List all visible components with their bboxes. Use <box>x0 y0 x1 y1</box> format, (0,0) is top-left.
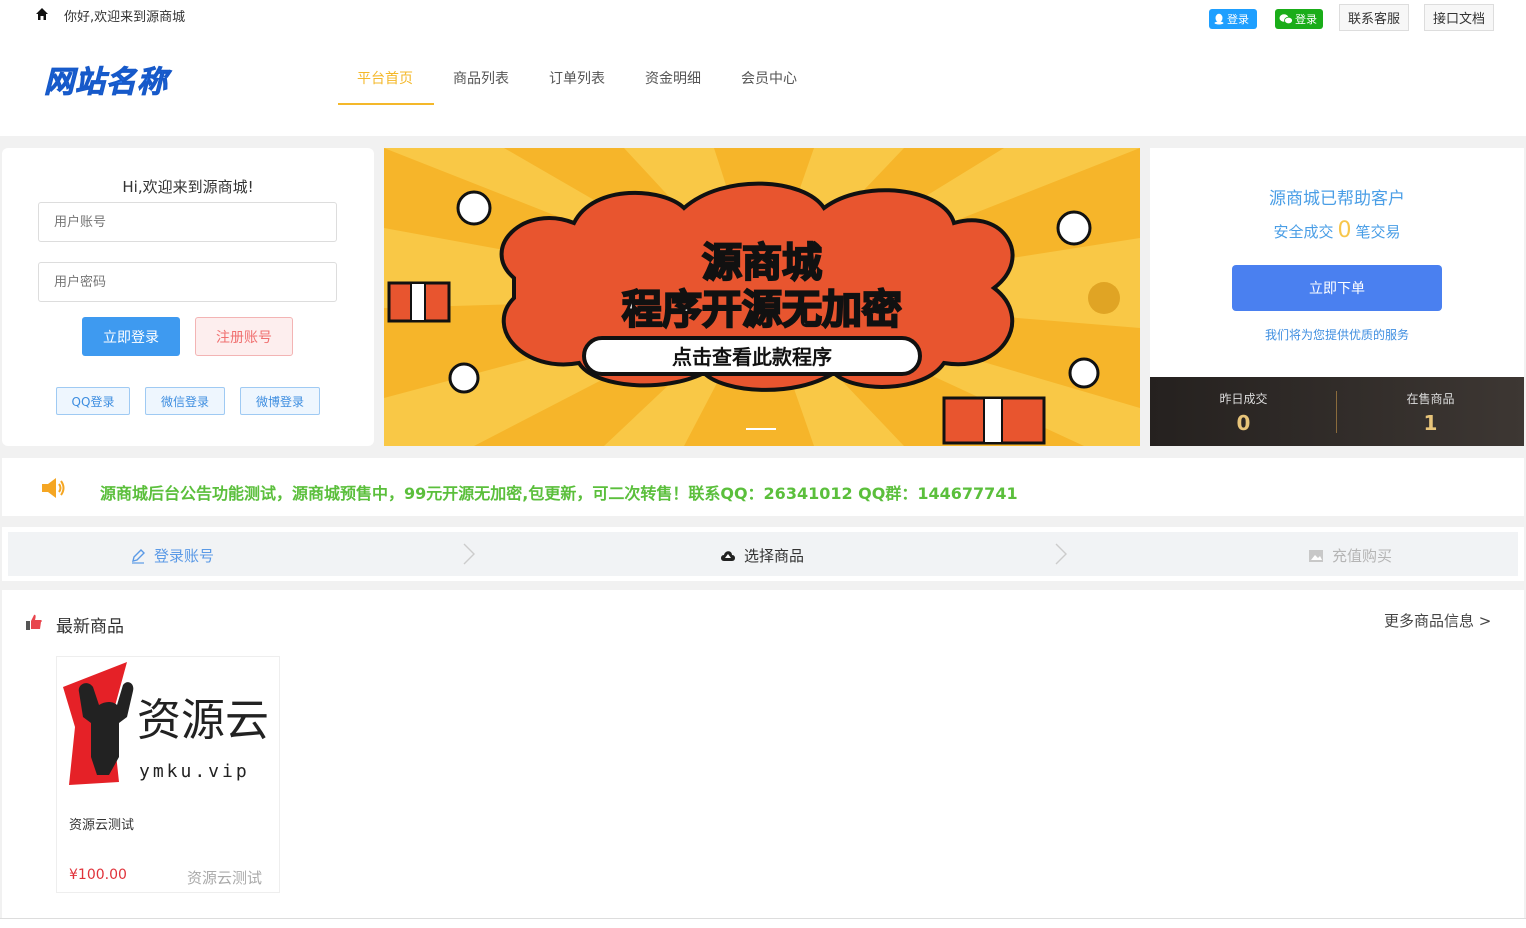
password-input[interactable] <box>38 262 337 302</box>
stats-headline: 源商城已帮助客户 <box>1269 189 1405 209</box>
site-logo[interactable]: 网站名称 <box>44 57 168 101</box>
stats-panel: 源商城已帮助客户 安全成交 0 笔交易 立即下单 我们将为您提供优质的服务 昨日成交… <box>1150 148 1524 446</box>
purchase-steps: 登录账号 选择商品 充值购买 <box>2 527 1524 581</box>
qq-login-label: 登录 <box>1227 13 1249 26</box>
login-greeting: Hi,欢迎来到源商城! <box>122 178 254 196</box>
top-header: 你好,欢迎来到源商城 登录 登录 联系客服 接口文档 网站名称 平台首页 商品列… <box>0 0 1526 136</box>
stats-count: 0 <box>1337 218 1352 243</box>
stat-yesterday-label: 昨日成交 <box>1219 392 1268 406</box>
puff-cloud <box>1068 357 1100 389</box>
step-login-label: 登录账号 <box>154 547 215 565</box>
promo-banner[interactable]: 源商城 程序开源无加密 点击查看此款程序 <box>384 148 1140 446</box>
chevron-right-icon <box>1055 543 1067 565</box>
step-pay[interactable]: 充值购买 <box>1308 545 1392 566</box>
qq-login-button[interactable]: 登录 <box>1209 9 1257 29</box>
product-price: ¥100.00 <box>69 867 127 883</box>
login-panel: Hi,欢迎来到源商城! 立即登录 注册账号 QQ登录 微信登录 微博登录 <box>2 148 374 446</box>
banner-title: 源商城 <box>702 240 822 286</box>
stat-onsale: 在售商品 1 <box>1337 377 1524 446</box>
gift-icon-small <box>387 281 451 323</box>
contact-service-button[interactable]: 联系客服 <box>1339 4 1409 31</box>
stats-prefix: 安全成交 <box>1273 223 1334 241</box>
nav-home[interactable]: 平台首页 <box>357 68 413 88</box>
notice-bar: 源商城后台公告功能测试，源商城预售中，99元开源无加密,包更新，可二次转售！联系… <box>2 458 1524 516</box>
more-products-link[interactable]: 更多商品信息 > <box>1384 610 1491 631</box>
banner-artwork: 源商城 程序开源无加密 点击查看此款程序 <box>384 148 1140 446</box>
stat-onsale-value: 1 <box>1423 411 1438 435</box>
step-select[interactable]: 选择商品 <box>720 545 804 566</box>
stats-suffix: 笔交易 <box>1355 223 1401 241</box>
latest-products-section: 最新商品 更多商品信息 > 资源云 ymku.vip 资源云测试 ¥100.00… <box>2 590 1524 918</box>
product-tag: 资源云测试 <box>187 869 263 887</box>
carousel-indicator[interactable] <box>746 428 776 430</box>
product-card[interactable]: 资源云 ymku.vip 资源云测试 ¥100.00 资源云测试 <box>56 656 280 893</box>
pencil-icon <box>132 548 145 564</box>
nav-member[interactable]: 会员中心 <box>741 68 797 88</box>
home-icon[interactable] <box>34 6 50 22</box>
cloud-upload-icon <box>721 550 735 561</box>
step-login[interactable]: 登录账号 <box>130 545 214 566</box>
nav-orders[interactable]: 订单列表 <box>549 68 605 88</box>
notice-text: 源商城后台公告功能测试，源商城预售中，99元开源无加密,包更新，可二次转售！联系… <box>100 484 1018 503</box>
weibo-sso-button[interactable]: 微博登录 <box>240 387 320 415</box>
nav-funds[interactable]: 资金明细 <box>645 68 701 88</box>
qq-icon <box>1214 13 1224 25</box>
puff-cloud <box>456 190 492 226</box>
wechat-login-button[interactable]: 登录 <box>1275 9 1323 29</box>
api-doc-button[interactable]: 接口文档 <box>1424 4 1494 31</box>
stats-summary: 昨日成交 0 在售商品 1 <box>1150 377 1524 446</box>
carousel-next-icon[interactable] <box>1088 282 1120 314</box>
stat-yesterday-value: 0 <box>1236 411 1251 435</box>
step-select-label: 选择商品 <box>744 547 805 565</box>
nav-active-indicator <box>338 103 434 105</box>
welcome-text: 你好,欢迎来到源商城 <box>64 10 186 25</box>
wechat-login-label: 登录 <box>1295 13 1317 26</box>
product-image-url: ymku.vip <box>139 761 250 782</box>
qq-sso-button[interactable]: QQ登录 <box>56 387 130 415</box>
chevron-right-icon <box>463 543 475 565</box>
gift-icon <box>942 396 1046 445</box>
wechat-sso-button[interactable]: 微信登录 <box>145 387 225 415</box>
login-button[interactable]: 立即登录 <box>82 317 180 356</box>
banner-cta: 点击查看此款程序 <box>672 345 832 369</box>
product-image[interactable]: 资源云 ymku.vip <box>57 657 279 797</box>
stat-yesterday: 昨日成交 0 <box>1150 377 1337 446</box>
section-title: 最新商品 <box>56 617 124 637</box>
banner-subtitle: 程序开源无加密 <box>622 287 902 333</box>
thumbs-up-icon <box>26 614 42 630</box>
puff-cloud <box>448 362 480 394</box>
footer-strip <box>0 918 1526 928</box>
stats-transactions: 安全成交 0 笔交易 <box>1150 218 1524 243</box>
stat-onsale-label: 在售商品 <box>1406 392 1455 406</box>
product-name[interactable]: 资源云测试 <box>69 814 134 833</box>
image-icon <box>1309 549 1323 562</box>
steps-track: 登录账号 选择商品 充值购买 <box>8 532 1518 576</box>
service-text[interactable]: 我们将为您提供优质的服务 <box>1150 326 1524 343</box>
step-pay-label: 充值购买 <box>1332 547 1393 565</box>
puff-cloud <box>1056 210 1092 246</box>
wechat-icon <box>1279 14 1293 25</box>
nav-products[interactable]: 商品列表 <box>453 68 509 88</box>
username-input[interactable] <box>38 202 337 242</box>
register-button[interactable]: 注册账号 <box>195 317 293 356</box>
speaker-icon <box>42 478 65 498</box>
order-now-button[interactable]: 立即下单 <box>1232 265 1442 311</box>
product-image-text: 资源云 <box>137 695 269 746</box>
